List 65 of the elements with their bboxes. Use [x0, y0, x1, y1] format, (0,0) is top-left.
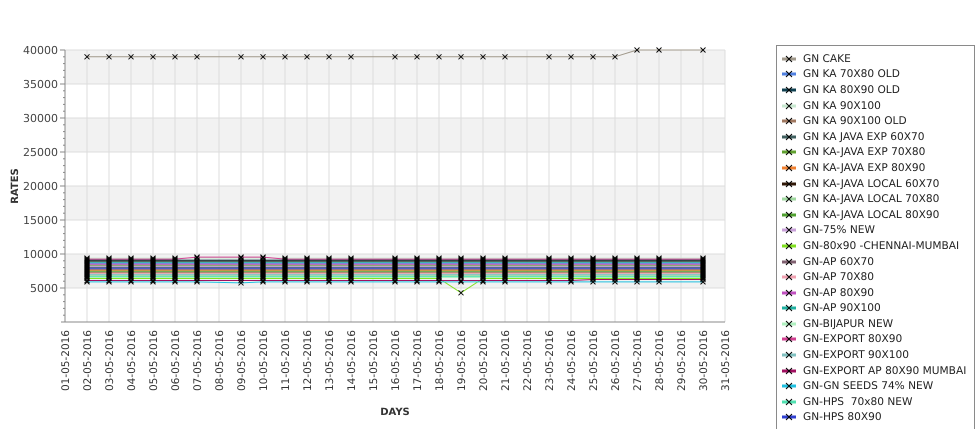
legend-label: GN-AP 80X90 — [803, 286, 874, 299]
axis-tick-label: 12-05-2016 — [302, 330, 314, 392]
axis-tick-label: 21-05-2016 — [500, 330, 512, 392]
axis-tick-label: 31-05-2016 — [720, 330, 732, 392]
axis-tick-label: 30000 — [23, 112, 58, 125]
legend-label: GN CAKE — [803, 52, 851, 65]
axis-tick-label: 29-05-2016 — [676, 330, 688, 392]
legend-label: GN-GN SEEDS 74% NEW — [803, 380, 934, 392]
axis-tick-label: 5000 — [30, 282, 58, 295]
legend-label: GN-BIJAPUR NEW — [803, 318, 894, 330]
axis-tick-label: 19-05-2016 — [456, 330, 468, 392]
legend-label: GN KA-JAVA EXP 80X90 — [803, 162, 926, 174]
axis-title: DAYS — [380, 407, 410, 418]
legend-label: GN KA 70X80 OLD — [803, 68, 900, 80]
legend-label: GN-AP 90X100 — [803, 302, 881, 314]
axis-tick-label: 16-05-2016 — [390, 330, 402, 392]
axis-tick-label: 28-05-2016 — [654, 330, 666, 392]
axis-tick-label: 15000 — [23, 214, 58, 227]
legend-label: GN-EXPORT 90X100 — [803, 349, 910, 362]
axis-tick-label: 40000 — [23, 44, 58, 57]
legend-label: GN-HPS 80X90 — [803, 411, 882, 424]
legend-label: GN KA-JAVA LOCAL 60X70 — [803, 178, 940, 190]
axis-tick-label: 14-05-2016 — [346, 330, 358, 392]
legend-label: GN KA 90X100 — [803, 100, 881, 112]
axis-tick-label: 22-05-2016 — [522, 330, 534, 392]
axis-tick-label: 10000 — [23, 248, 58, 261]
legend-label: GN-AP 70X80 — [803, 271, 874, 284]
axis-title: RATES — [10, 168, 21, 204]
legend-label: GN-HPS 70x80 NEW — [803, 396, 912, 408]
axis-tick-label: 04-05-2016 — [126, 330, 138, 392]
axis-tick-label: 20000 — [23, 180, 58, 193]
axis-tick-label: 27-05-2016 — [632, 330, 644, 392]
axis-tick-label: 09-05-2016 — [236, 330, 248, 392]
legend-label: GN KA-JAVA EXP 70X80 — [803, 146, 926, 158]
axis-tick-label: 24-05-2016 — [566, 330, 578, 392]
axis-tick-label: 25000 — [23, 146, 58, 159]
legend-label: GN KA 80X90 OLD — [803, 84, 900, 96]
axis-tick-label: 35000 — [23, 78, 58, 91]
axis-tick-label: 06-05-2016 — [170, 330, 182, 392]
legend-label: GN KA-JAVA LOCAL 70X80 — [803, 193, 940, 206]
legend-label: GN KA-JAVA LOCAL 80X90 — [803, 208, 940, 221]
legend-label: GN-EXPORT 80X90 — [803, 333, 902, 346]
axis-tick-label: 20-05-2016 — [478, 330, 490, 392]
axis-tick-label: 15-05-2016 — [368, 330, 380, 392]
axis-tick-label: 08-05-2016 — [214, 330, 226, 392]
axis-tick-label: 02-05-2016 — [82, 330, 94, 392]
axis-tick-label: 05-05-2016 — [148, 330, 160, 392]
legend-label: GN-75% NEW — [803, 224, 875, 236]
axis-tick-label: 11-05-2016 — [280, 330, 292, 392]
legend-label: GN KA 90X100 OLD — [803, 115, 907, 128]
axis-tick-label: 17-05-2016 — [412, 330, 424, 392]
legend-label: GN-80x90 -CHENNAI-MUMBAI — [803, 240, 960, 252]
axis-tick-label: 10-05-2016 — [258, 330, 270, 392]
axis-tick-label: 03-05-2016 — [104, 330, 116, 392]
axis-tick-label: 25-05-2016 — [588, 330, 600, 392]
legend-label: GN KA JAVA EXP 60X70 — [803, 130, 924, 143]
axis-tick-label: 26-05-2016 — [610, 330, 622, 392]
legend-label: GN-AP 60X70 — [803, 256, 874, 268]
axis-tick-label: 18-05-2016 — [434, 330, 446, 392]
axis-tick-label: 13-05-2016 — [324, 330, 336, 392]
axis-tick-label: 30-05-2016 — [698, 330, 710, 392]
axis-tick-label: 01-05-2016 — [60, 330, 72, 392]
axis-tick-label: 07-05-2016 — [192, 330, 204, 392]
axis-tick-label: 23-05-2016 — [544, 330, 556, 392]
legend-label: GN-EXPORT AP 80X90 MUMBAI — [803, 364, 966, 377]
